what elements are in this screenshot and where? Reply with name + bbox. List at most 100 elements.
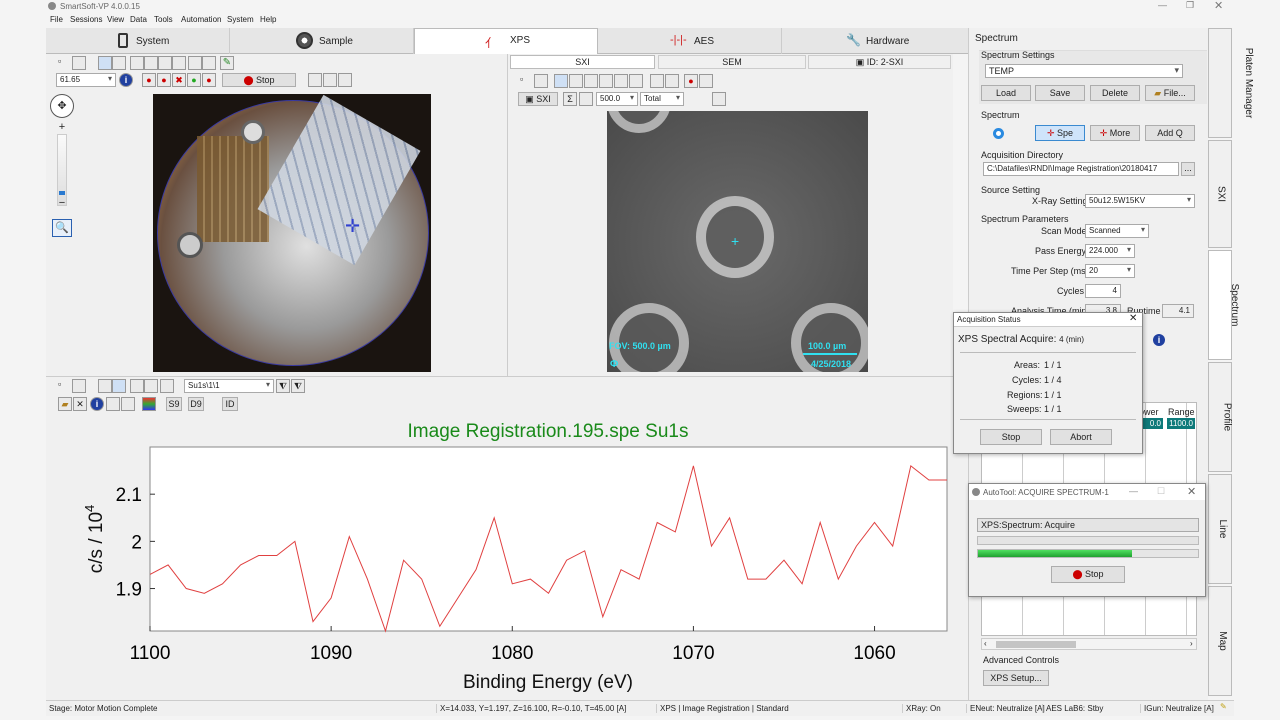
menu-data[interactable]: Data bbox=[130, 15, 147, 24]
sxi-acquire-button[interactable]: ▣ SXI bbox=[518, 92, 558, 106]
autotool-minimize-icon[interactable]: — bbox=[1129, 486, 1138, 496]
vtab-platen-manager[interactable]: Platen Manager bbox=[1208, 28, 1254, 138]
s9-button[interactable]: S9 bbox=[166, 397, 182, 411]
acq-stop-button[interactable]: Stop bbox=[980, 429, 1042, 445]
delete-button[interactable]: Delete bbox=[1090, 85, 1140, 101]
menu-view[interactable]: View bbox=[107, 15, 124, 24]
record-red-2-icon[interactable]: ● bbox=[157, 73, 171, 87]
sxi-size-select[interactable]: 500.0 bbox=[596, 92, 638, 106]
folder-icon[interactable]: ▰ bbox=[58, 397, 72, 411]
zoom-select[interactable]: 61.65 bbox=[56, 73, 116, 87]
vtab-spectrum[interactable]: Spectrum bbox=[1208, 250, 1240, 360]
zoom-out-icon[interactable]: − bbox=[56, 198, 68, 209]
file-button[interactable]: ▰ File... bbox=[1145, 85, 1195, 101]
sxi-tool-icon[interactable] bbox=[650, 74, 664, 88]
close-icon[interactable]: ✕ bbox=[1214, 0, 1223, 12]
sum-icon[interactable]: Σ bbox=[563, 92, 577, 106]
pointer-tool-icon[interactable] bbox=[98, 56, 112, 70]
vtab-profile[interactable]: Profile bbox=[1208, 362, 1233, 472]
sxi-pointer-5-icon[interactable] bbox=[614, 74, 628, 88]
record-green-icon[interactable]: ● bbox=[187, 73, 201, 87]
sxi-toggle-icon[interactable]: ▫ bbox=[520, 74, 534, 88]
side-info-icon[interactable]: i bbox=[1153, 334, 1165, 346]
sxi-pointer-6-icon[interactable] bbox=[629, 74, 643, 88]
plot-pointer-2-icon[interactable] bbox=[112, 379, 126, 393]
center-icon[interactable] bbox=[338, 73, 352, 87]
cancel-red-icon[interactable]: ✖ bbox=[172, 73, 186, 87]
tab-xps[interactable]: ⺅ XPS bbox=[414, 28, 598, 55]
sxi-pointer-3-icon[interactable] bbox=[584, 74, 598, 88]
spe-button[interactable]: ✛ Spe bbox=[1035, 125, 1085, 141]
vtab-sxi[interactable]: SXI bbox=[1208, 140, 1232, 248]
region-select[interactable]: Su1s\1\1 bbox=[184, 379, 274, 393]
magnifier-icon[interactable]: 🔍 bbox=[52, 219, 72, 237]
menu-file[interactable]: File bbox=[50, 15, 63, 24]
delete-icon[interactable]: ✕ bbox=[73, 397, 87, 411]
tab-system[interactable]: System bbox=[46, 28, 230, 54]
sxi-pointer-icon[interactable] bbox=[554, 74, 568, 88]
pointer-tool-4-icon[interactable] bbox=[144, 56, 158, 70]
dir-input[interactable]: C:\Datafiles\RNDI\Image Registration\201… bbox=[983, 162, 1179, 176]
fit-icon[interactable] bbox=[308, 73, 322, 87]
plot-pointer-3-icon[interactable] bbox=[130, 379, 144, 393]
menu-tools[interactable]: Tools bbox=[154, 15, 173, 24]
panel-toggle-icon[interactable]: ▫ bbox=[58, 56, 72, 70]
menu-automation[interactable]: Automation bbox=[181, 15, 221, 24]
cycles-input[interactable]: 4 bbox=[1085, 284, 1121, 298]
sxi-pointer-4-icon[interactable] bbox=[599, 74, 613, 88]
scroll-thumb[interactable] bbox=[996, 641, 1076, 648]
record-red-3-icon[interactable]: ● bbox=[202, 73, 216, 87]
spectrum-radio-icon[interactable] bbox=[993, 128, 1004, 139]
pointer-tool-7-icon[interactable] bbox=[188, 56, 202, 70]
acq-abort-button[interactable]: Abort bbox=[1050, 429, 1112, 445]
sxi-edit-icon[interactable] bbox=[579, 92, 593, 106]
dir-browse-button[interactable]: ... bbox=[1181, 162, 1195, 176]
save-button[interactable]: Save bbox=[1035, 85, 1085, 101]
sxi-tool-2-icon[interactable] bbox=[665, 74, 679, 88]
pointer-tool-8-icon[interactable] bbox=[202, 56, 216, 70]
add-q-button[interactable]: Add Q bbox=[1145, 125, 1195, 141]
zoom-slider[interactable] bbox=[57, 134, 67, 206]
plot-layout-icon[interactable] bbox=[72, 379, 86, 393]
sxi-snapshot-icon[interactable] bbox=[712, 92, 726, 106]
id-button[interactable]: ID bbox=[222, 397, 238, 411]
autotool-maximize-icon[interactable]: ☐ bbox=[1157, 486, 1165, 497]
acq-close-icon[interactable]: ✕ bbox=[1129, 313, 1137, 324]
time-per-step-select[interactable]: 20 bbox=[1085, 264, 1135, 278]
pan-control-icon[interactable]: ✥ bbox=[50, 94, 74, 118]
d9-button[interactable]: D9 bbox=[188, 397, 204, 411]
tab-aes[interactable]: -|-|- AES bbox=[598, 28, 782, 54]
zoom-in-icon[interactable]: + bbox=[56, 122, 68, 133]
plot-info-icon[interactable]: i bbox=[90, 397, 104, 411]
load-button[interactable]: Load bbox=[981, 85, 1031, 101]
minimize-icon[interactable]: — bbox=[1158, 0, 1167, 10]
settings-select[interactable]: TEMP bbox=[985, 64, 1183, 78]
info-icon[interactable]: i bbox=[119, 73, 133, 87]
zoom-slider-thumb[interactable] bbox=[59, 191, 65, 195]
sxi-save-icon[interactable] bbox=[534, 74, 548, 88]
more-button[interactable]: ✛ More bbox=[1090, 125, 1140, 141]
xray-select[interactable]: 50u12.5W15KV bbox=[1085, 194, 1195, 208]
vtab-map[interactable]: Map bbox=[1208, 586, 1232, 696]
print-icon[interactable] bbox=[121, 397, 135, 411]
filter-icon[interactable]: ⧨ bbox=[276, 379, 290, 393]
pin-icon[interactable]: ✎ bbox=[220, 56, 234, 70]
tab-hardware[interactable]: 🔧 Hardware bbox=[782, 28, 968, 54]
tab-sample[interactable]: Sample bbox=[230, 28, 414, 54]
menu-system[interactable]: System bbox=[227, 15, 254, 24]
table-scrollbar[interactable]: ‹ › bbox=[981, 638, 1197, 650]
sxi-tool-3-icon[interactable]: ● bbox=[684, 74, 698, 88]
pointer-tool-2-icon[interactable] bbox=[112, 56, 126, 70]
pointer-tool-3-icon[interactable] bbox=[130, 56, 144, 70]
cell-range[interactable]: 1100.0 bbox=[1167, 418, 1195, 429]
autotool-stop-button[interactable]: ⬤ Stop bbox=[1051, 566, 1125, 583]
plot-pointer-icon[interactable] bbox=[98, 379, 112, 393]
copy-icon[interactable] bbox=[106, 397, 120, 411]
move-icon[interactable] bbox=[323, 73, 337, 87]
vtab-line[interactable]: Line bbox=[1208, 474, 1232, 584]
color-palette-icon[interactable] bbox=[142, 397, 156, 411]
record-red-icon[interactable]: ● bbox=[142, 73, 156, 87]
sxi-pointer-2-icon[interactable] bbox=[569, 74, 583, 88]
pointer-tool-5-icon[interactable] bbox=[158, 56, 172, 70]
sxi-tool-4-icon[interactable] bbox=[699, 74, 713, 88]
